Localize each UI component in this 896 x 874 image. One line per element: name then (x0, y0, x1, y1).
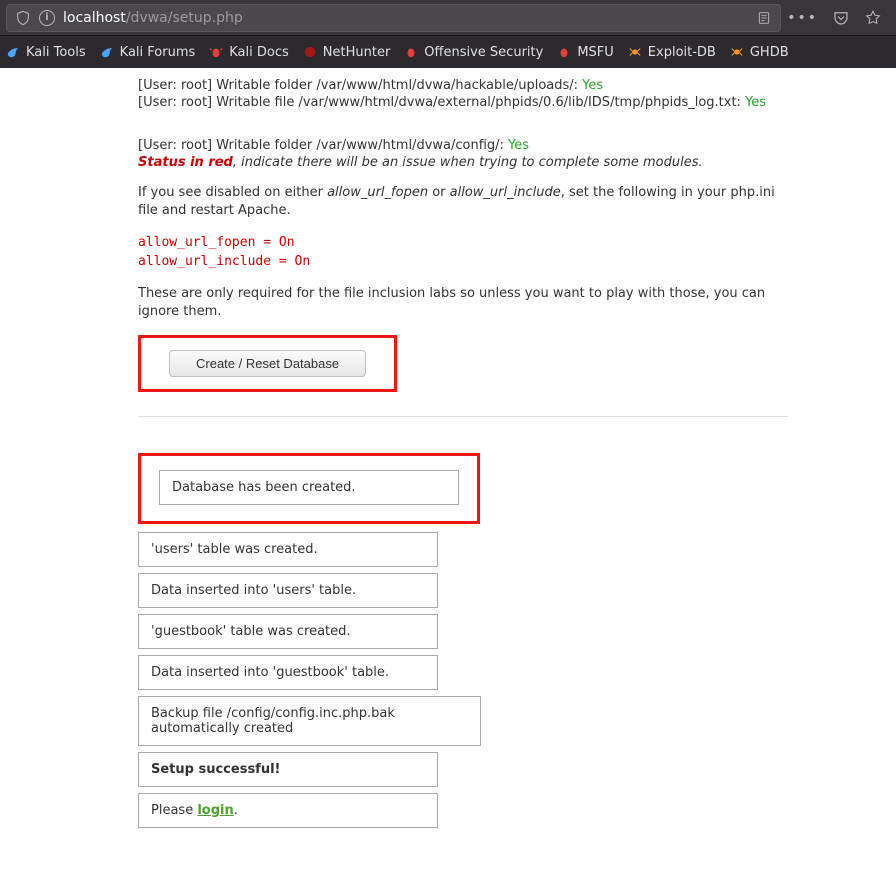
msg-users-data: Data inserted into 'users' table. (138, 573, 438, 608)
check-phpids-log: [User: root] Writable file /var/www/html… (138, 95, 788, 110)
star-icon[interactable] (864, 9, 882, 27)
spider-icon (730, 45, 744, 59)
phpini-code: allow_url_fopen = On allow_url_include =… (138, 234, 788, 270)
bookmark-label: Kali Docs (229, 45, 289, 60)
toolbar-icons: ••• (787, 9, 890, 27)
create-reset-db-button[interactable]: Create / Reset Database (169, 350, 366, 377)
bookmark-kali-docs[interactable]: Kali Docs (209, 45, 289, 60)
bug-icon (557, 45, 571, 59)
url-path: /dvwa/setup.php (126, 10, 243, 26)
bookmark-ghdb[interactable]: GHDB (730, 45, 789, 60)
page: [User: root] Writable folder /var/www/ht… (0, 68, 896, 874)
address-bar: i localhost /dvwa/setup.php ••• (0, 0, 896, 36)
bookmark-label: Offensive Security (424, 45, 543, 60)
bookmark-offsec[interactable]: Offensive Security (404, 45, 543, 60)
setup-messages: Database has been created. 'users' table… (138, 453, 788, 828)
msg-users-table: 'users' table was created. (138, 532, 438, 567)
check-uploads: [User: root] Writable folder /var/www/ht… (138, 78, 788, 93)
bug-icon (404, 45, 418, 59)
content: [User: root] Writable folder /var/www/ht… (138, 78, 788, 834)
bookmarks-bar: Kali Tools Kali Forums Kali Docs NetHunt… (0, 36, 896, 68)
reader-icon[interactable] (756, 10, 772, 26)
url-box[interactable]: i localhost /dvwa/setup.php (6, 4, 781, 32)
shield-icon (15, 10, 31, 26)
bookmark-label: Kali Forums (120, 45, 196, 60)
dragon-icon (6, 45, 20, 59)
msg-backup: Backup file /config/config.inc.php.bak a… (138, 696, 481, 746)
more-icon[interactable]: ••• (787, 10, 818, 26)
login-link[interactable]: login (197, 803, 233, 818)
nethunter-icon (303, 45, 317, 59)
msg-success: Setup successful! (138, 752, 438, 787)
bookmark-label: MSFU (577, 45, 613, 60)
status-note: Status in red, indicate there will be an… (138, 155, 788, 170)
bookmark-kali-tools[interactable]: Kali Tools (6, 45, 86, 60)
divider (138, 416, 788, 417)
dragon-icon (100, 45, 114, 59)
bookmark-label: NetHunter (323, 45, 391, 60)
highlight-box-db-created: Database has been created. (138, 453, 480, 524)
status-yes: Yes (745, 95, 766, 110)
ignore-note: These are only required for the file inc… (138, 285, 788, 321)
msg-login: Please login. (138, 793, 438, 828)
msg-db-created: Database has been created. (159, 470, 459, 505)
status-yes: Yes (508, 138, 529, 153)
highlight-box-button: Create / Reset Database (138, 335, 397, 392)
pocket-icon[interactable] (832, 9, 850, 27)
bookmark-label: GHDB (750, 45, 789, 60)
bookmark-label: Exploit-DB (648, 45, 716, 60)
bookmark-msfu[interactable]: MSFU (557, 45, 613, 60)
spider-icon (628, 45, 642, 59)
bookmark-kali-forums[interactable]: Kali Forums (100, 45, 196, 60)
url-text: localhost /dvwa/setup.php (63, 10, 748, 26)
msg-guestbook-data: Data inserted into 'guestbook' table. (138, 655, 438, 690)
status-yes: Yes (582, 78, 603, 93)
info-icon: i (39, 10, 55, 26)
bookmark-nethunter[interactable]: NetHunter (303, 45, 391, 60)
msg-guestbook-table: 'guestbook' table was created. (138, 614, 438, 649)
check-config-dir: [User: root] Writable folder /var/www/ht… (138, 138, 788, 153)
bookmark-label: Kali Tools (26, 45, 86, 60)
url-host: localhost (63, 10, 126, 26)
phpini-instruction: If you see disabled on either allow_url_… (138, 184, 788, 220)
bug-icon (209, 45, 223, 59)
bookmark-exploitdb[interactable]: Exploit-DB (628, 45, 716, 60)
status-red-label: Status in red (138, 155, 233, 170)
